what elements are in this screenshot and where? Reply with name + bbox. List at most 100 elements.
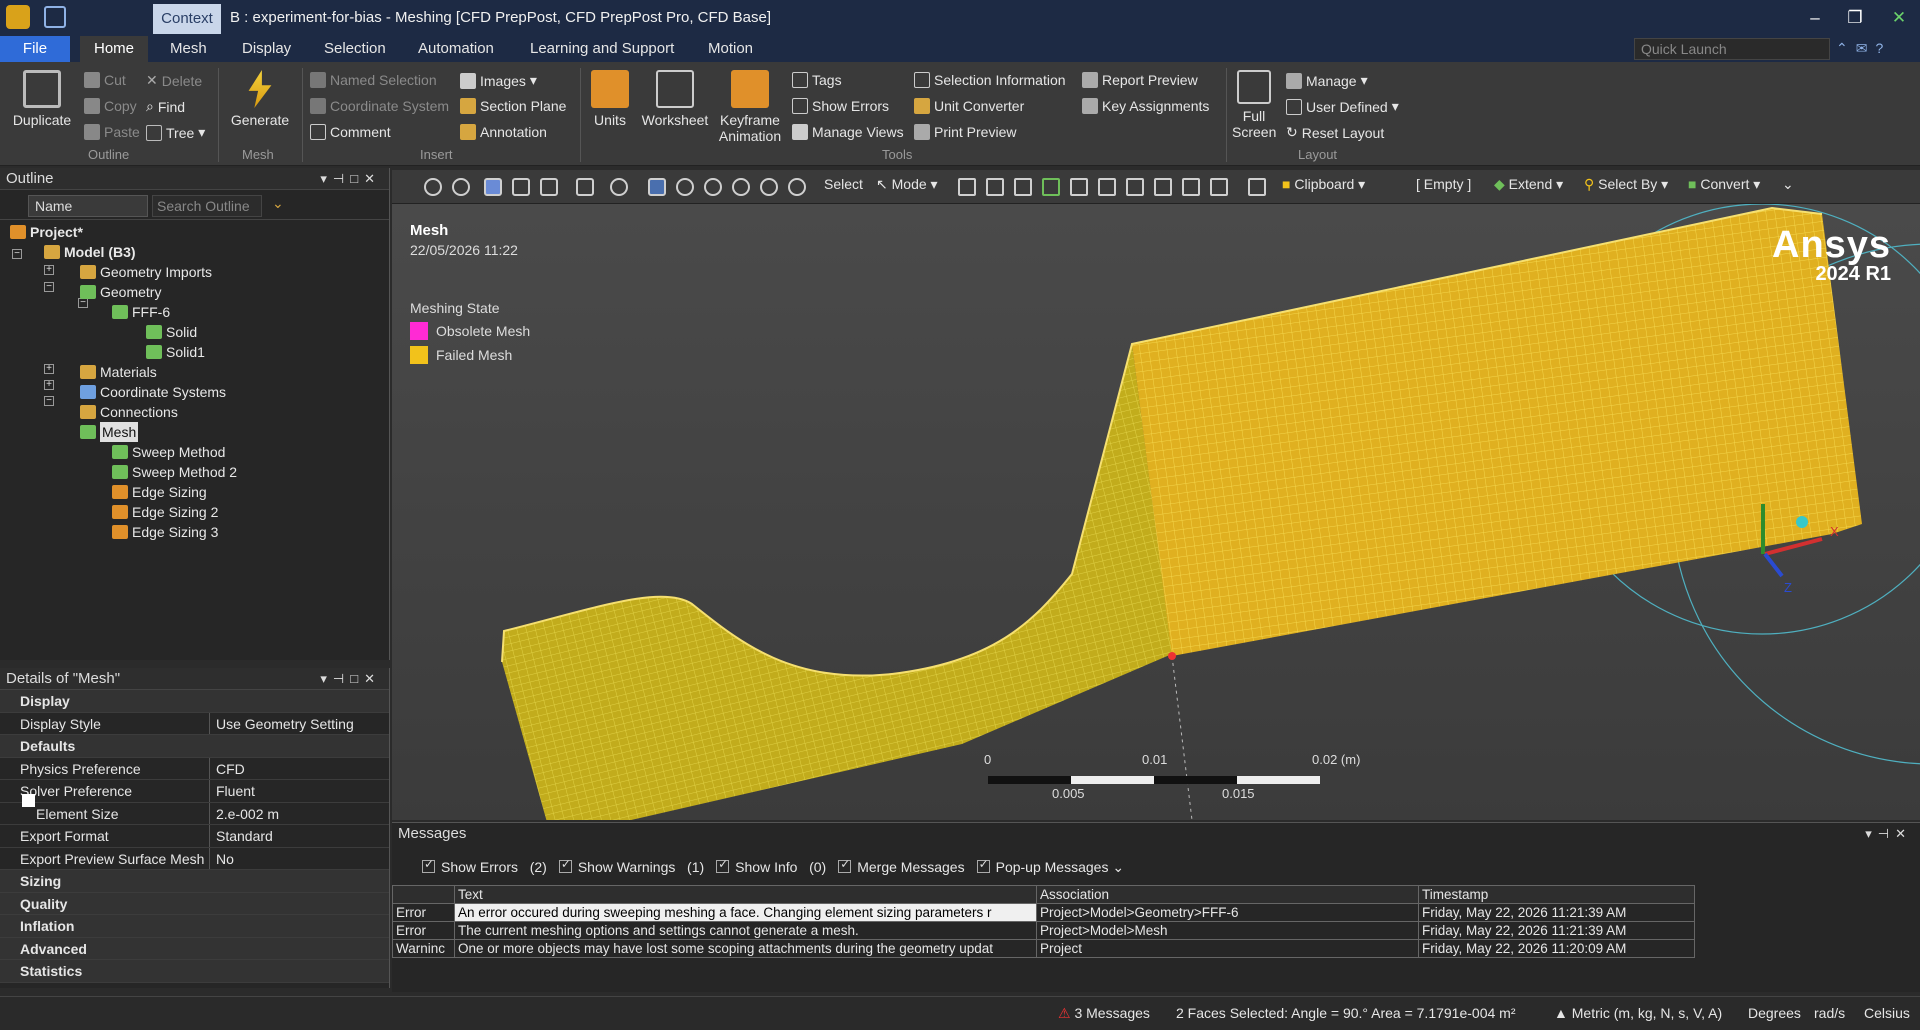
details-category-statistics[interactable]: Statistics xyxy=(0,960,389,983)
expand-icon[interactable]: + xyxy=(44,364,54,374)
unit-converter-button[interactable]: Unit Converter xyxy=(914,98,1024,114)
select-by-dropdown[interactable]: ⚲ Select By ▾ xyxy=(1584,176,1668,193)
tree-node-sweep-method[interactable]: Sweep Method xyxy=(112,442,225,462)
rotate-icon[interactable] xyxy=(610,178,628,196)
tree-node-sweep-method-2[interactable]: Sweep Method 2 xyxy=(112,462,237,482)
delete-button[interactable]: ✕ Delete xyxy=(146,72,202,89)
units-button[interactable]: Units xyxy=(588,70,632,128)
tree-node-solid[interactable]: Solid xyxy=(146,322,197,342)
manage-button[interactable]: Manage ▾ xyxy=(1286,72,1368,89)
details-category-quality[interactable]: Quality xyxy=(0,892,389,915)
details-row[interactable]: Display Style Use Geometry Setting xyxy=(0,712,389,735)
select-vertex-icon[interactable] xyxy=(958,178,976,196)
collapse-icon[interactable]: − xyxy=(44,396,54,406)
view-cube-icon[interactable] xyxy=(484,178,502,196)
filter-chevron-icon[interactable]: ⌄ xyxy=(272,195,284,212)
tree-node-model[interactable]: Model (B3) xyxy=(44,242,136,262)
wireframe-icon[interactable] xyxy=(540,178,558,196)
expand-icon[interactable]: + xyxy=(44,380,54,390)
user-defined-button[interactable]: User Defined ▾ xyxy=(1286,98,1399,115)
tree-node-fff6[interactable]: FFF-6 xyxy=(112,302,170,322)
tree-node-mesh[interactable]: Mesh xyxy=(80,422,139,442)
tree-node-edge-sizing-2[interactable]: Edge Sizing 2 xyxy=(112,502,218,522)
label-icon[interactable] xyxy=(1210,178,1228,196)
popup-messages-checkbox[interactable]: Pop-up Messages ⌄ xyxy=(976,857,1124,876)
details-category-sizing[interactable]: Sizing xyxy=(0,870,389,893)
zoom-icon[interactable] xyxy=(676,178,694,196)
element-size-checkbox[interactable] xyxy=(22,794,35,807)
paste-button[interactable]: Paste xyxy=(84,124,140,140)
help-icons[interactable]: ⌃✉? xyxy=(1836,40,1891,57)
tree-node-materials[interactable]: Materials xyxy=(80,362,157,382)
details-row[interactable]: Export Format Standard xyxy=(0,825,389,848)
select-mesh-icon[interactable] xyxy=(1182,178,1200,196)
details-value[interactable]: No xyxy=(210,848,389,870)
menu-mesh[interactable]: Mesh xyxy=(156,36,221,62)
clipboard-dropdown[interactable]: ■ Clipboard ▾ xyxy=(1282,176,1365,193)
generate-button[interactable]: Generate xyxy=(226,70,294,128)
details-row[interactable]: Element Size 2.e-002 m xyxy=(0,802,389,825)
select-node-icon[interactable] xyxy=(1070,178,1088,196)
keyframe-animation-button[interactable]: Keyframe Animation xyxy=(716,70,784,144)
toolbar-overflow-icon[interactable]: ⌄ xyxy=(1782,176,1794,193)
column-header-timestamp[interactable]: Timestamp xyxy=(1418,885,1695,904)
table-row[interactable]: Error An error occured during sweeping m… xyxy=(392,903,1695,922)
column-header-type[interactable] xyxy=(392,885,455,904)
ansys-app-icon[interactable] xyxy=(6,5,30,29)
tree-node-connections[interactable]: Connections xyxy=(80,402,178,422)
select-edge-icon[interactable] xyxy=(986,178,1004,196)
collapse-icon[interactable]: − xyxy=(44,282,54,292)
minimize-icon[interactable]: – xyxy=(1800,6,1830,30)
manage-views-button[interactable]: Manage Views xyxy=(792,124,904,140)
images-button[interactable]: Images ▾ xyxy=(460,72,537,89)
box-zoom-icon[interactable] xyxy=(704,178,722,196)
shaded-icon[interactable] xyxy=(512,178,530,196)
details-value[interactable]: Use Geometry Setting xyxy=(210,713,389,735)
angle-units[interactable]: Degrees xyxy=(1748,1005,1801,1021)
outline-filter-dropdown[interactable]: Name xyxy=(28,195,148,217)
copy-button[interactable]: Copy xyxy=(84,98,137,114)
menu-motion[interactable]: Motion xyxy=(694,36,767,62)
report-preview-button[interactable]: Report Preview xyxy=(1082,72,1198,88)
panel-controls[interactable]: ▾⊣✕ xyxy=(1865,823,1912,845)
zoom-in-icon[interactable] xyxy=(424,178,442,196)
magnifier-icon[interactable] xyxy=(760,178,778,196)
menu-home[interactable]: Home xyxy=(80,36,149,62)
details-value[interactable]: CFD xyxy=(210,758,389,780)
panel-controls[interactable]: ▾⊣□✕ xyxy=(320,668,381,690)
coordinate-select-icon[interactable] xyxy=(1154,178,1172,196)
panel-controls[interactable]: ▾⊣□✕ xyxy=(320,168,381,190)
print-preview-button[interactable]: Print Preview xyxy=(914,124,1016,140)
menu-file[interactable]: File xyxy=(0,36,70,62)
tree-node-edge-sizing[interactable]: Edge Sizing xyxy=(112,482,207,502)
graphics-viewport[interactable]: X Z Mesh 22/05/2026 11:22 Meshing State … xyxy=(392,204,1920,820)
details-category-advanced[interactable]: Advanced xyxy=(0,937,389,960)
cut-button[interactable]: Cut xyxy=(84,72,126,88)
section-plane-button[interactable]: Section Plane xyxy=(460,98,566,114)
rotation-units[interactable]: rad/s xyxy=(1814,1005,1845,1021)
select-element-icon[interactable] xyxy=(1126,178,1144,196)
menu-display[interactable]: Display xyxy=(228,36,305,62)
select-face-icon[interactable] xyxy=(1014,178,1032,196)
details-category-display[interactable]: Display xyxy=(0,690,389,713)
tree-node-geometry-imports[interactable]: Geometry Imports xyxy=(80,262,212,282)
selection-information-button[interactable]: Selection Information xyxy=(914,72,1066,88)
unit-system[interactable]: ▲ Metric (m, kg, N, s, V, A) xyxy=(1554,1005,1722,1021)
menu-learning[interactable]: Learning and Support xyxy=(516,36,688,62)
column-header-text[interactable]: Text xyxy=(454,885,1037,904)
tree-button[interactable]: Tree ▾ xyxy=(146,124,205,141)
mode-dropdown[interactable]: ↖ Mode ▾ xyxy=(876,176,938,193)
details-value[interactable]: 2.e-002 m xyxy=(210,803,389,825)
tree-node-solid1[interactable]: Solid1 xyxy=(146,342,205,362)
context-tab[interactable]: Context xyxy=(153,4,221,34)
key-assignments-button[interactable]: Key Assignments xyxy=(1082,98,1209,114)
collapse-icon[interactable]: − xyxy=(12,249,22,259)
reset-layout-button[interactable]: ↻ Reset Layout xyxy=(1286,124,1384,141)
select-body-icon[interactable] xyxy=(1042,178,1060,196)
details-row[interactable]: Physics Preference CFD xyxy=(0,757,389,780)
tags-button[interactable]: Tags xyxy=(792,72,842,88)
tree-node-coordinate-systems[interactable]: Coordinate Systems xyxy=(80,382,226,402)
column-header-association[interactable]: Association xyxy=(1036,885,1419,904)
temperature-units[interactable]: Celsius xyxy=(1864,1005,1910,1021)
details-value[interactable]: Standard xyxy=(210,825,389,847)
